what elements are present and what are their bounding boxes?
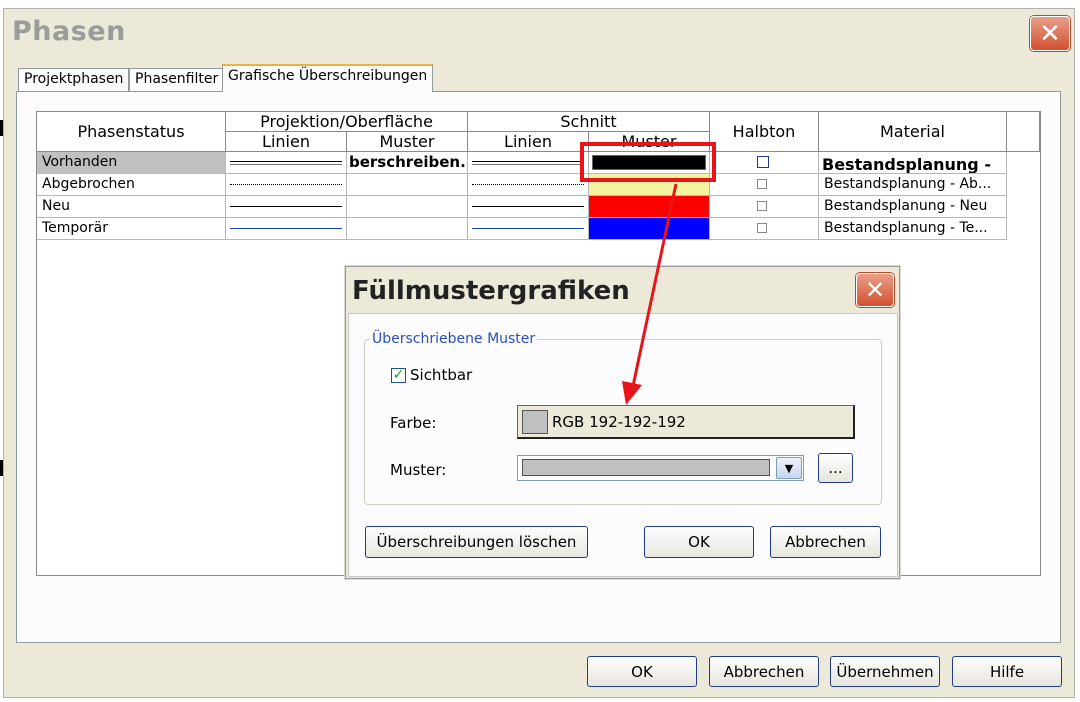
visible-label: Sichtbar — [410, 366, 473, 384]
cell-material[interactable]: Bestandsplanung - Ab... — [819, 174, 1007, 196]
row-status-vorhanden[interactable]: Vorhanden — [37, 152, 226, 174]
dialog-title: Phasen — [12, 16, 126, 47]
halftone-checkbox[interactable] — [757, 201, 767, 211]
cell-schnitt-linien[interactable] — [468, 152, 589, 174]
apply-button[interactable]: Übernehmen — [830, 656, 940, 687]
header-phasenstatus[interactable]: Phasenstatus — [37, 112, 226, 152]
cell-proj-linien[interactable] — [226, 152, 347, 174]
cell-material[interactable]: Bestandsplanung - Te... — [819, 218, 1007, 240]
edge-marker — [0, 460, 3, 476]
line-sample — [472, 206, 584, 207]
cell-material[interactable]: Bestandsplanung - — [819, 152, 1007, 174]
line-sample — [230, 206, 342, 207]
cell-halbton[interactable] — [710, 218, 819, 240]
help-button[interactable]: Hilfe — [952, 656, 1062, 687]
cancel-button[interactable]: Abbrechen — [709, 656, 819, 687]
pattern-swatch-neu — [589, 196, 709, 217]
cell-halbton[interactable] — [710, 174, 819, 196]
header-filler — [1007, 112, 1040, 152]
group-label: Überschriebene Muster — [370, 331, 538, 347]
cell-halbton[interactable] — [710, 152, 819, 174]
halftone-checkbox[interactable] — [757, 179, 767, 189]
fill-dialog-title: Füllmustergrafiken — [352, 276, 630, 306]
header-proj-linien: Linien — [226, 132, 347, 152]
cell-schnitt-linien[interactable] — [468, 196, 589, 218]
close-button[interactable]: ✕ — [1030, 16, 1070, 51]
halftone-checkbox[interactable] — [757, 156, 769, 168]
header-halbton: Halbton — [710, 112, 819, 152]
header-schnitt: Schnitt — [468, 112, 710, 132]
header-proj-muster: Muster — [347, 132, 468, 152]
fill-cancel-button[interactable]: Abbrechen — [770, 526, 881, 558]
ok-button[interactable]: OK — [587, 656, 697, 687]
cell-schnitt-muster[interactable] — [589, 196, 710, 218]
color-label: Farbe: — [390, 414, 437, 432]
line-sample — [472, 228, 584, 229]
chevron-down-icon: ▼ — [784, 461, 794, 475]
cell-proj-linien[interactable] — [226, 174, 347, 196]
dropdown-toggle[interactable]: ▼ — [776, 457, 802, 479]
visible-checkbox[interactable]: ✓ — [391, 368, 406, 383]
close-icon: ✕ — [1039, 18, 1061, 49]
clear-overrides-button[interactable]: Überschreibungen löschen — [365, 526, 588, 558]
close-icon: ✕ — [864, 276, 886, 304]
line-sample — [230, 161, 342, 165]
header-projektion: Projektion/Oberfläche — [226, 112, 468, 132]
line-sample — [472, 184, 584, 185]
annotation-highlight-box — [580, 142, 716, 182]
cell-proj-linien[interactable] — [226, 196, 347, 218]
tab-grafische-ueberschreibungen[interactable]: Grafische Überschreibungen — [222, 64, 434, 92]
pattern-preview — [522, 459, 770, 476]
cell-schnitt-linien[interactable] — [468, 218, 589, 240]
header-material: Material — [819, 112, 1007, 152]
cell-halbton[interactable] — [710, 196, 819, 218]
pattern-label: Muster: — [390, 461, 447, 479]
halftone-checkbox[interactable] — [757, 223, 767, 233]
line-sample — [472, 161, 584, 165]
cell-proj-muster[interactable] — [347, 218, 468, 240]
header-schnitt-linien: Linien — [468, 132, 589, 152]
color-swatch — [522, 410, 548, 434]
checkmark-icon: ✓ — [392, 367, 405, 383]
row-status-abgebrochen[interactable]: Abgebrochen — [37, 174, 226, 196]
fill-ok-button[interactable]: OK — [644, 526, 754, 558]
cell-material[interactable]: Bestandsplanung - Neu — [819, 196, 1007, 218]
edge-marker — [0, 120, 3, 136]
cell-proj-muster[interactable] — [347, 174, 468, 196]
cell-proj-linien[interactable] — [226, 218, 347, 240]
cell-proj-muster[interactable]: berschreiben. — [347, 152, 468, 174]
color-value: RGB 192-192-192 — [552, 413, 686, 431]
cell-schnitt-muster[interactable] — [589, 218, 710, 240]
tab-phasenfilter[interactable]: Phasenfilter — [129, 68, 225, 91]
fill-close-button[interactable]: ✕ — [856, 273, 894, 307]
browse-pattern-button[interactable]: ... — [818, 453, 853, 483]
tab-projektphasen[interactable]: Projektphasen — [18, 68, 130, 91]
row-status-temporaer[interactable]: Temporär — [37, 218, 226, 240]
pattern-swatch-temporaer — [589, 218, 709, 239]
line-sample — [230, 184, 342, 185]
row-status-neu[interactable]: Neu — [37, 196, 226, 218]
cell-schnitt-linien[interactable] — [468, 174, 589, 196]
line-sample — [230, 228, 342, 229]
cell-proj-muster[interactable] — [347, 196, 468, 218]
